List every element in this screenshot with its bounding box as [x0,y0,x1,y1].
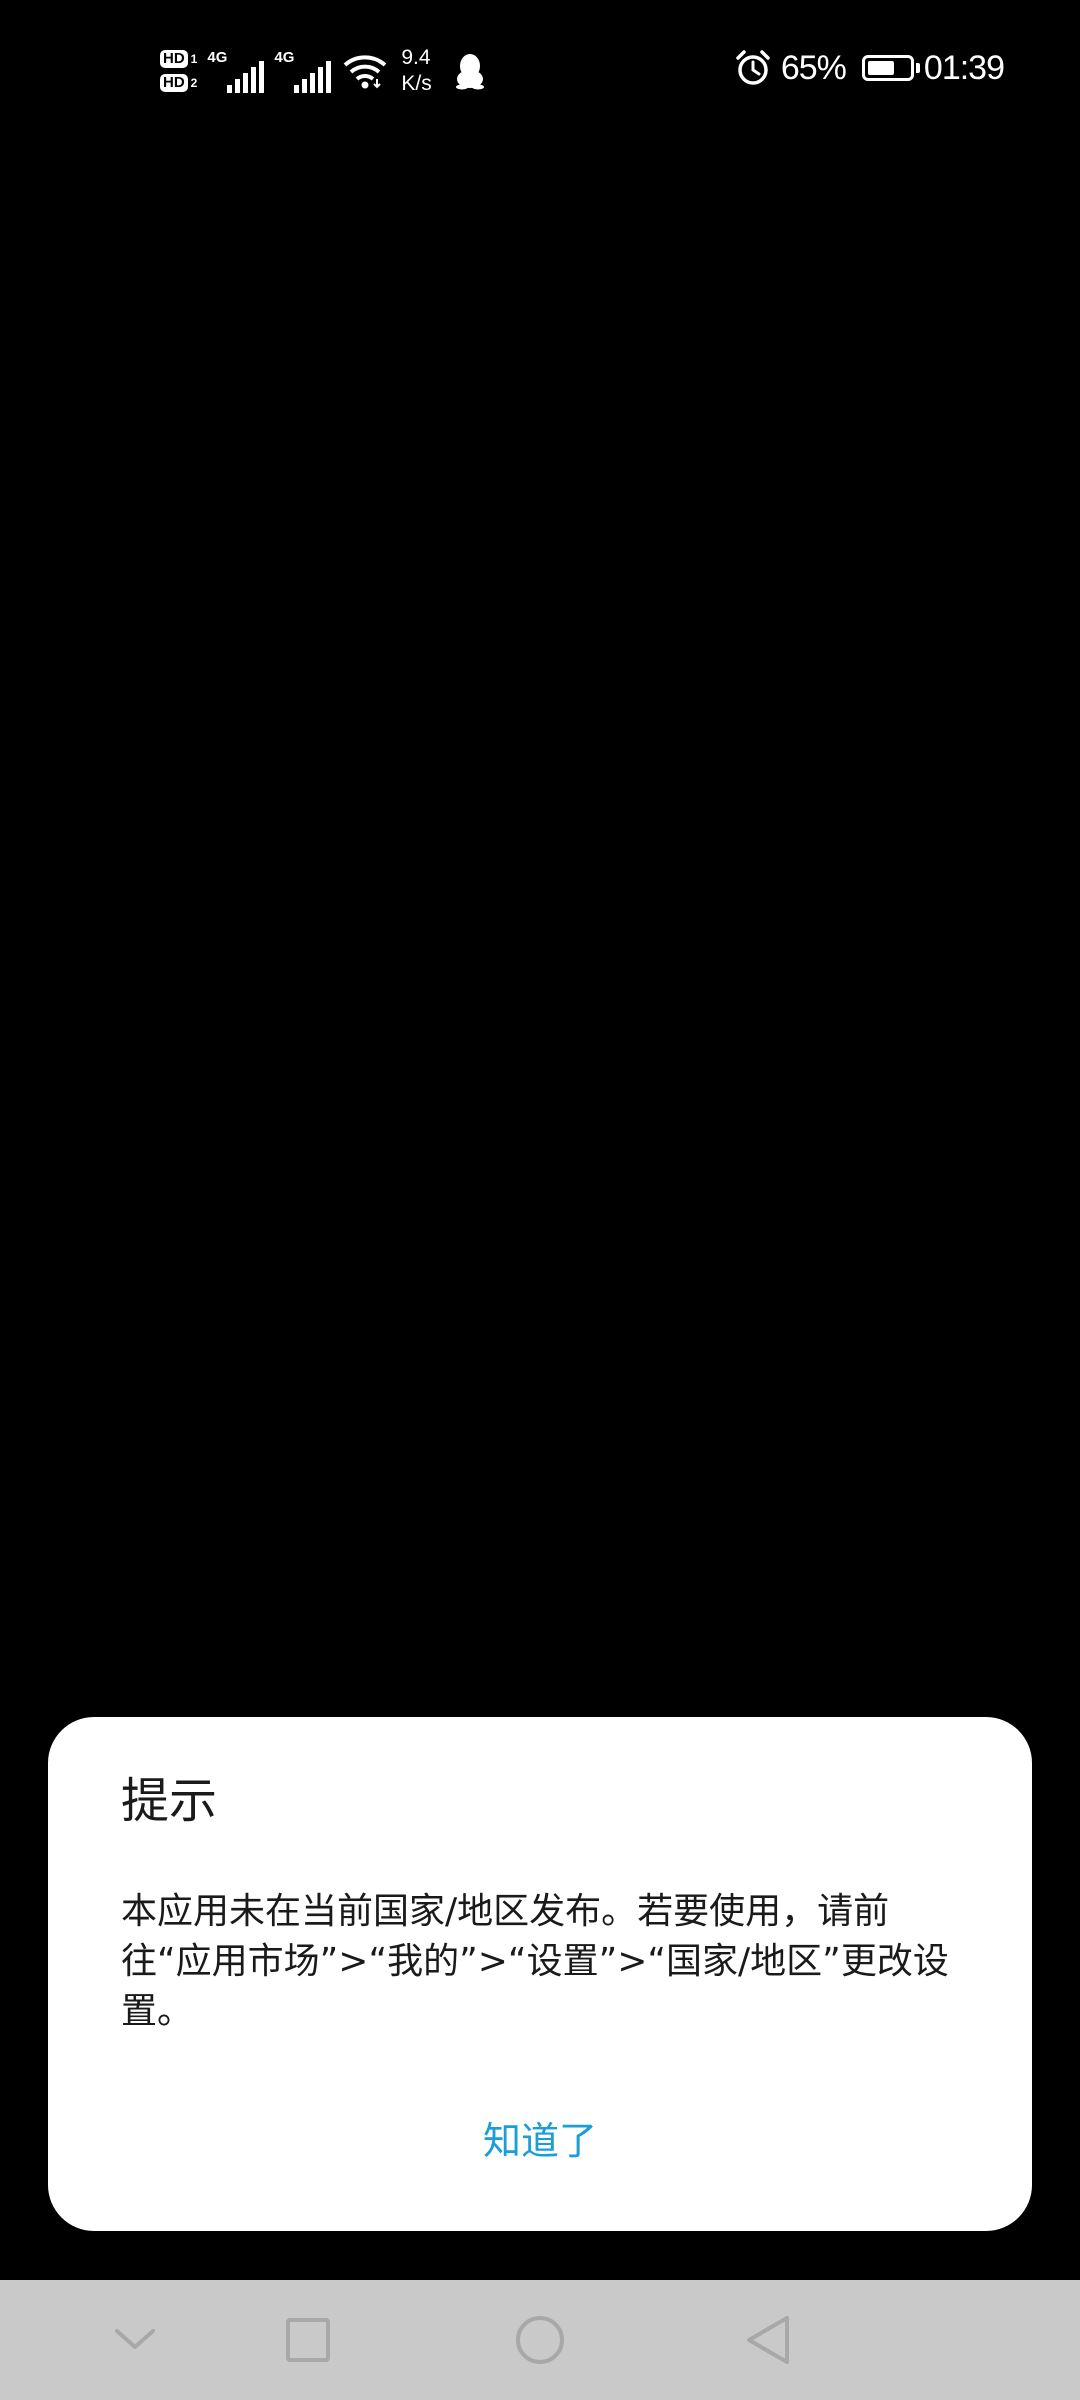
hd-label: HD [160,50,188,68]
dialog-message: 本应用未在当前国家/地区发布。若要使用，请前往“应用市场”>“我的”>“设置”>… [121,1891,949,2032]
speed-unit: K/s [401,72,432,95]
screen: HD 1 HD 2 4G 4G 9.4 K/s 65% 01:39 提示 本应用… [0,0,1080,2400]
signal-sim2: 4G [274,49,332,93]
got-it-button[interactable]: 知道了 [48,2109,1032,2173]
status-bar: HD 1 HD 2 4G 4G 9.4 K/s 65% 01:39 [0,0,1080,140]
clock: 01:39 [923,48,1005,87]
hd-volte-indicators: HD 1 HD 2 [160,50,197,92]
signal-sim1: 4G [207,49,265,93]
region-unavailable-dialog: 提示 本应用未在当前国家/地区发布。若要使用，请前往“应用市场”>“我的”>“设… [48,1717,1032,2231]
back-triangle-icon[interactable] [728,2300,808,2380]
battery-icon [861,55,920,81]
home-circle-icon[interactable] [500,2300,580,2380]
status-bar-right: 65% 01:39 [735,44,1005,92]
recents-square-icon[interactable] [268,2300,348,2380]
hd-label: HD [160,74,188,92]
hd-badge-sim2: HD 2 [160,74,197,92]
battery-fill [867,61,894,75]
network-speed: 9.4 K/s [401,45,431,97]
alarm-icon [735,50,771,86]
network-type: 4G [274,49,295,66]
wifi-icon [343,53,387,89]
qq-icon [454,52,486,90]
status-bar-left: HD 1 HD 2 4G 4G 9.4 K/s [160,36,486,106]
signal-bars-icon [227,61,265,93]
speed-value: 9.4 [401,46,431,69]
dialog-title: 提示 [121,1773,218,1829]
sim-number: 2 [190,76,198,90]
chevron-down-icon[interactable] [95,2300,175,2380]
signal-bars-icon [294,61,332,93]
battery-percent: 65% [780,48,847,87]
sim-number: 1 [190,52,198,66]
network-type: 4G [207,49,228,66]
hd-badge-sim1: HD 1 [160,50,197,68]
navigation-bar [0,2280,1080,2400]
